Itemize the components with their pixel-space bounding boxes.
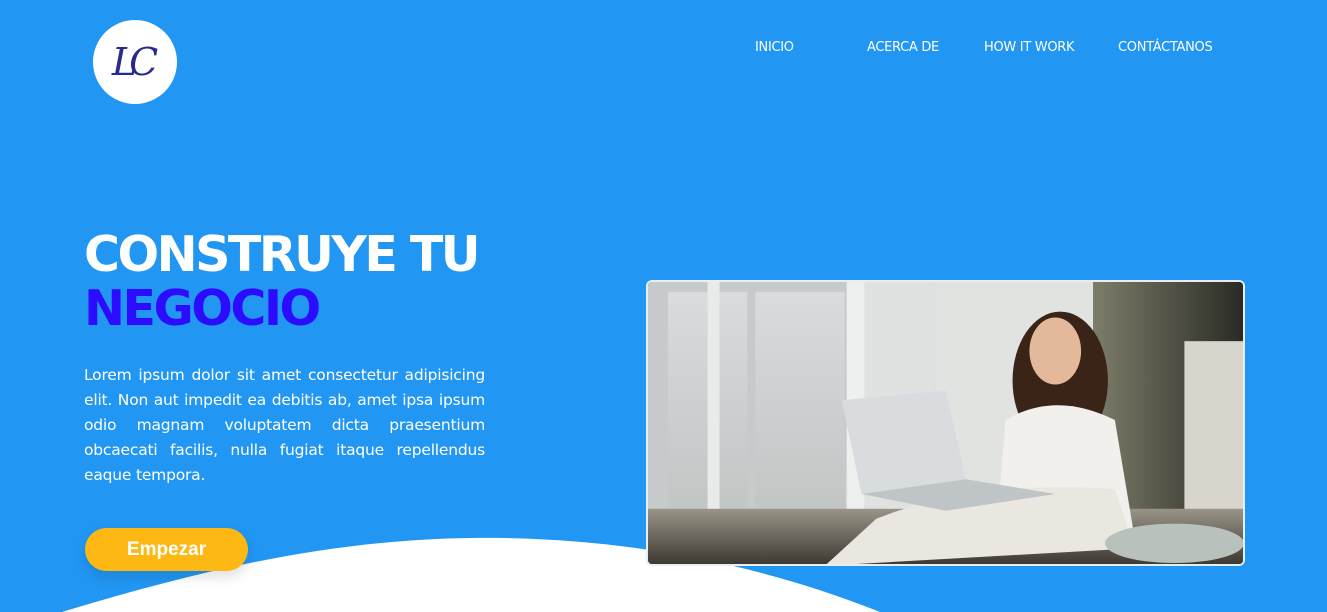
main-nav: INICIO ACERCA DE HOW IT WORK CONTÁCTANOS: [0, 40, 1327, 60]
hero-image: [646, 280, 1245, 566]
nav-item-inicio[interactable]: INICIO: [755, 40, 794, 55]
nav-item-contactanos[interactable]: CONTÁCTANOS: [1118, 40, 1213, 55]
hero-title-line1: CONSTRUYE TU: [84, 226, 481, 283]
hero-title-line2: NEGOCIO: [84, 280, 321, 337]
brand-logo[interactable]: LC: [93, 20, 177, 104]
nav-item-acerca-de[interactable]: ACERCA DE: [867, 40, 939, 55]
hero-title: CONSTRUYE TU NEGOCIO: [84, 226, 481, 337]
empezar-button[interactable]: Empezar: [85, 528, 248, 571]
hero-paragraph: Lorem ipsum dolor sit amet consectetur a…: [84, 366, 485, 484]
nav-item-how-it-work[interactable]: HOW IT WORK: [984, 40, 1075, 55]
